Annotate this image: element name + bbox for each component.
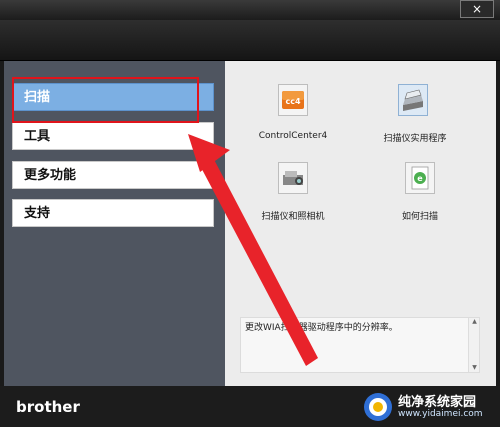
annotation-arrow [188, 134, 318, 366]
